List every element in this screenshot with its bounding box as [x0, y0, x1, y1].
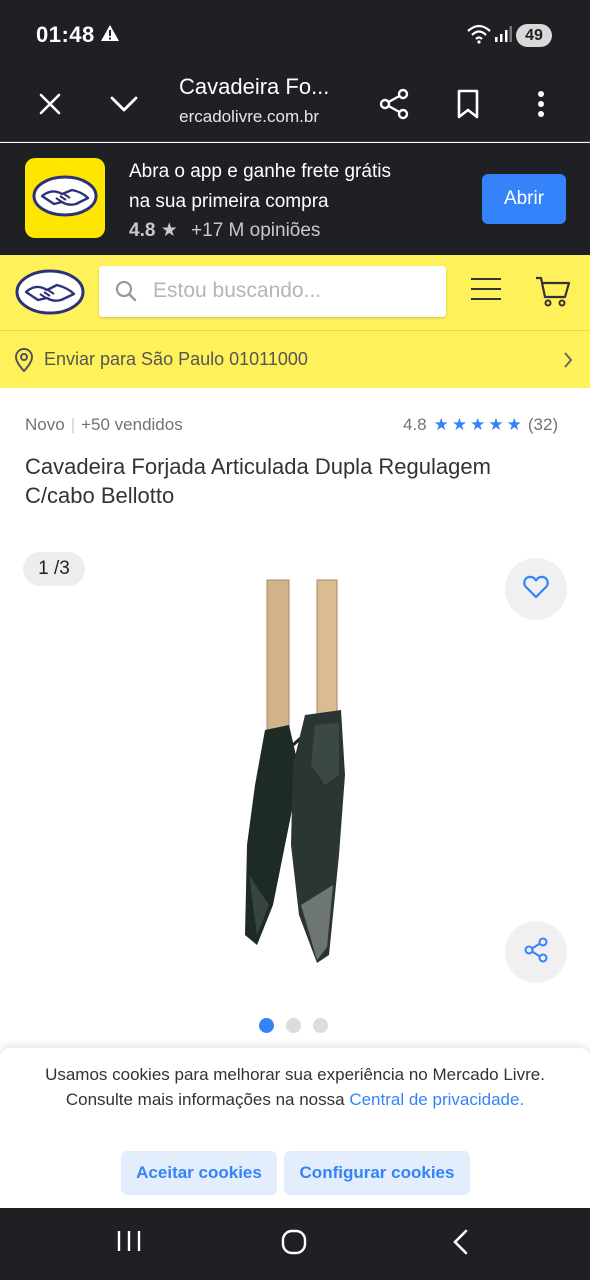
mercadolivre-logo[interactable]	[15, 268, 85, 321]
delivery-address-bar[interactable]: Enviar para São Paulo 01011000	[0, 330, 590, 388]
more-options-button[interactable]	[517, 82, 565, 130]
heart-icon	[523, 575, 549, 604]
cart-icon	[535, 276, 571, 311]
favorite-button[interactable]	[505, 558, 567, 620]
app-install-banner: Abra o app e ganhe frete grátis na sua p…	[0, 143, 590, 255]
star-icon: ★	[160, 220, 178, 241]
bookmark-icon	[456, 89, 480, 124]
system-navigation-bar	[0, 1208, 590, 1280]
share-icon	[379, 88, 409, 125]
bookmark-button[interactable]	[444, 82, 492, 130]
privacy-center-link[interactable]: Central de privacidade.	[349, 1090, 524, 1109]
cookie-banner: Usamos cookies para melhorar sua experiê…	[0, 1048, 590, 1208]
site-header: Estou buscando...	[0, 255, 590, 330]
close-tab-button[interactable]	[26, 82, 74, 130]
back-icon	[450, 1229, 470, 1260]
status-bar: 01:48 49	[0, 0, 590, 70]
page: 01:48 49 Cavadeira Fo... mercadolivre.co…	[0, 0, 590, 1280]
reviews-count: (32)	[527, 415, 559, 434]
product-meta: Novo | +50 vendidos	[25, 415, 183, 435]
product-rating[interactable]: 4.8 ★ ★ ★ ★ ★ (32)	[403, 415, 558, 435]
hamburger-menu-icon	[470, 278, 502, 305]
condition-label: Novo	[25, 415, 65, 434]
carousel-dot[interactable]	[313, 1018, 328, 1033]
image-counter: 1 /3	[23, 552, 85, 586]
menu-button[interactable]	[470, 277, 502, 306]
app-rating: 4.8 ★ +17 M opiniões	[129, 219, 320, 242]
chevron-down-icon	[110, 95, 138, 118]
cart-button[interactable]	[535, 275, 571, 312]
rating-value: 4.8	[403, 415, 427, 434]
more-vertical-icon	[537, 90, 545, 123]
search-input[interactable]: Estou buscando...	[99, 266, 446, 317]
warning-icon	[100, 24, 120, 47]
sold-count: +50 vendidos	[81, 415, 183, 434]
close-icon	[38, 92, 62, 121]
recent-apps-button[interactable]	[116, 1228, 142, 1259]
chevron-right-icon	[563, 351, 573, 374]
handshake-logo-icon	[32, 174, 98, 223]
status-time: 01:48	[36, 22, 95, 47]
wifi-icon	[466, 24, 492, 49]
tab-title[interactable]: Cavadeira Fo...	[179, 74, 329, 100]
app-banner-text: Abra o app e ganhe frete grátis na sua p…	[129, 157, 459, 217]
app-opinions: +17 M opiniões	[191, 220, 321, 241]
product-title: Cavadeira Forjada Articulada Dupla Regul…	[25, 454, 491, 508]
star-icon: ★	[488, 415, 504, 434]
browser-toolbar: Cavadeira Fo... mercadolivre.com.br	[0, 70, 590, 142]
app-rating-value: 4.8	[129, 220, 156, 241]
carousel-pagination	[259, 1018, 328, 1033]
star-icon: ★	[433, 415, 449, 434]
back-button[interactable]	[450, 1228, 470, 1261]
product-image[interactable]	[235, 575, 355, 970]
minimize-button[interactable]	[100, 82, 148, 130]
carousel-dot[interactable]	[259, 1018, 274, 1033]
divider: |	[70, 415, 76, 434]
star-icon: ★	[506, 415, 522, 434]
search-placeholder: Estou buscando...	[153, 279, 322, 302]
configure-cookies-button[interactable]: Configurar cookies	[284, 1151, 470, 1195]
search-icon	[115, 280, 137, 307]
app-banner-line1: Abra o app e ganhe frete grátis	[129, 161, 391, 182]
star-icon: ★	[451, 415, 468, 434]
share-button[interactable]	[370, 82, 418, 130]
app-banner-line2: na sua primeira compra	[129, 191, 329, 212]
share-product-button[interactable]	[505, 921, 567, 983]
location-pin-icon	[14, 347, 34, 377]
open-app-button[interactable]: Abrir	[482, 174, 566, 224]
home-icon	[280, 1229, 308, 1260]
carousel-dot[interactable]	[286, 1018, 301, 1033]
url-text[interactable]: mercadolivre.com.br	[179, 107, 319, 127]
signal-icon	[494, 26, 512, 47]
share-icon	[523, 937, 549, 968]
home-button[interactable]	[280, 1228, 308, 1261]
recent-apps-icon	[116, 1231, 142, 1258]
cookie-text: Usamos cookies para melhorar sua experiê…	[40, 1062, 550, 1112]
delivery-address-text: Enviar para São Paulo 01011000	[44, 349, 308, 369]
app-logo	[25, 158, 105, 238]
rating-stars: ★ ★ ★ ★ ★	[431, 415, 522, 435]
star-icon: ★	[470, 415, 486, 434]
battery-indicator: 49	[516, 24, 552, 47]
accept-cookies-button[interactable]: Aceitar cookies	[121, 1151, 277, 1195]
